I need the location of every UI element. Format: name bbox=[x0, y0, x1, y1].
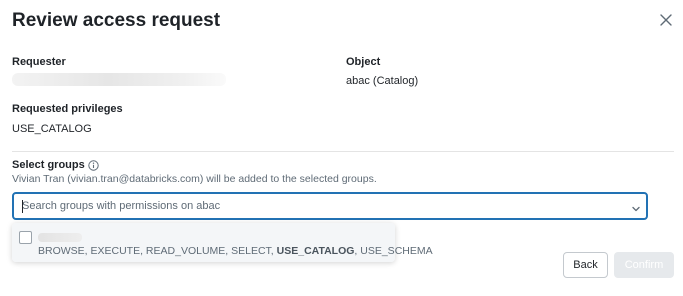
dialog-title: Review access request bbox=[12, 10, 221, 31]
requester-label: Requester bbox=[12, 56, 66, 68]
group-search-select[interactable] bbox=[12, 192, 648, 220]
text-cursor bbox=[22, 200, 23, 213]
select-groups-label: Select groups bbox=[12, 159, 85, 171]
object-value: abac (Catalog) bbox=[346, 75, 419, 87]
group-option[interactable]: BROWSE, EXECUTE, READ_VOLUME, SELECT, US… bbox=[12, 223, 433, 262]
confirm-button[interactable]: Confirm bbox=[614, 252, 674, 278]
group-option-privileges: BROWSE, EXECUTE, READ_VOLUME, SELECT, US… bbox=[38, 245, 433, 257]
close-icon[interactable] bbox=[659, 13, 673, 27]
group-option-checkbox[interactable] bbox=[19, 231, 32, 244]
requester-value-redacted bbox=[12, 73, 226, 86]
select-groups-description: Vivian Tran (vivian.tran@databricks.com)… bbox=[12, 173, 377, 185]
group-name-redacted bbox=[38, 233, 82, 242]
object-label: Object bbox=[346, 56, 381, 68]
section-divider bbox=[12, 151, 674, 152]
group-search-input[interactable] bbox=[22, 194, 612, 218]
requested-privileges-label: Requested privileges bbox=[12, 103, 123, 115]
requested-privileges-value: USE_CATALOG bbox=[12, 123, 92, 135]
info-icon[interactable] bbox=[88, 158, 99, 171]
group-options-dropdown: BROWSE, EXECUTE, READ_VOLUME, SELECT, US… bbox=[12, 223, 433, 262]
back-button[interactable]: Back bbox=[563, 252, 608, 278]
chevron-down-icon[interactable] bbox=[631, 201, 641, 212]
